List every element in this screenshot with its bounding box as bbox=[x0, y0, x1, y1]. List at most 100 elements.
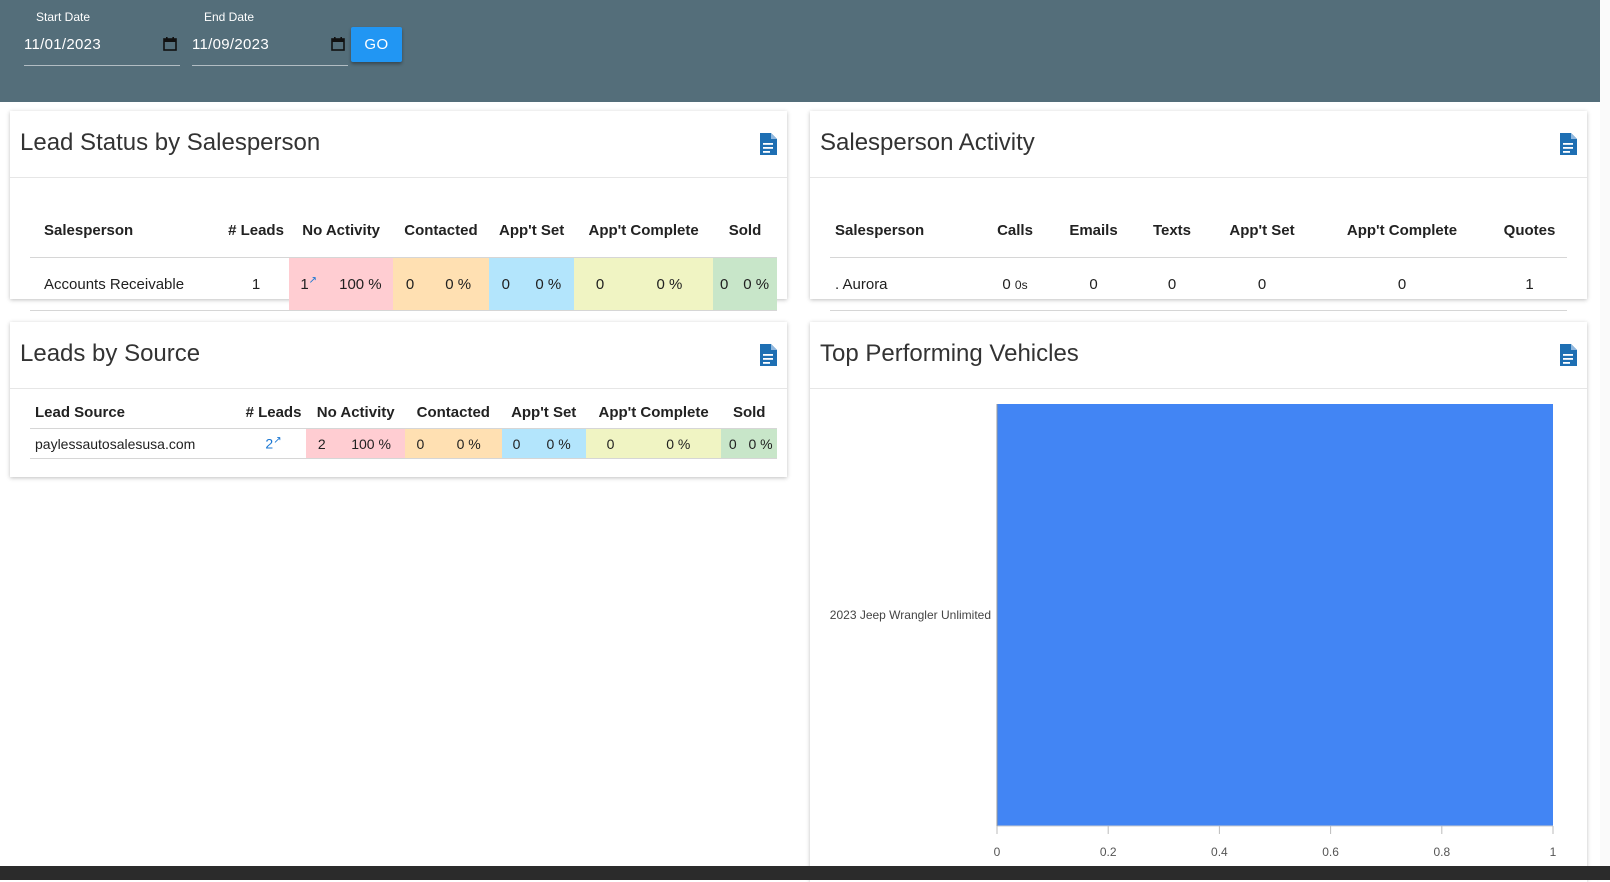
end-date-label: End Date bbox=[204, 10, 255, 24]
bar-0[interactable] bbox=[997, 404, 1553, 826]
lead-status-title: Lead Status by Salesperson bbox=[20, 129, 321, 156]
contacted-pct: 0 % bbox=[435, 428, 502, 459]
leads-count-cell[interactable]: 2↗ bbox=[240, 428, 307, 459]
salesperson-name: Accounts Receivable bbox=[30, 257, 223, 311]
appt-complete-pct: 0 % bbox=[635, 428, 722, 459]
table-row: Accounts Receivable 1 1↗ 100 % 0 0 % 0 0… bbox=[30, 257, 777, 311]
end-date-input[interactable]: 11/09/2023 bbox=[192, 36, 269, 53]
appt-complete-count: 0 bbox=[585, 428, 636, 459]
source-title: Leads by Source bbox=[20, 340, 201, 367]
activity-table: Salesperson Calls Emails Texts App't Set… bbox=[830, 203, 1567, 311]
contacted-pct: 0 % bbox=[427, 257, 490, 311]
document-icon[interactable] bbox=[1559, 344, 1577, 366]
lead-status-table: Salesperson # Leads No Activity Contacte… bbox=[30, 203, 777, 311]
calendar-icon[interactable] bbox=[162, 36, 178, 52]
go-button[interactable]: GO bbox=[351, 27, 402, 62]
start-date-label: Start Date bbox=[36, 10, 91, 24]
no-activity-count[interactable]: 1 bbox=[300, 276, 308, 293]
appt-set-count: 0 bbox=[489, 257, 523, 311]
table-header-row: Salesperson Calls Emails Texts App't Set… bbox=[830, 203, 1567, 258]
col-appt-set[interactable]: App't Set bbox=[489, 203, 575, 258]
x-tick-label: 1 bbox=[1550, 845, 1557, 859]
x-tick-label: 0.2 bbox=[1100, 845, 1117, 859]
appt-set-count: 0 bbox=[501, 428, 532, 459]
taskbar bbox=[0, 866, 1610, 880]
salesperson-activity-card: Salesperson Activity Salesperson Calls E… bbox=[810, 111, 1587, 311]
salesperson-name: . Aurora bbox=[830, 257, 975, 311]
activity-title: Salesperson Activity bbox=[820, 129, 1035, 156]
external-link-icon[interactable]: ↗ bbox=[309, 275, 317, 286]
no-activity-pct: 100 % bbox=[337, 428, 405, 459]
card-divider bbox=[10, 388, 787, 389]
contacted-count: 0 bbox=[392, 257, 428, 311]
texts-count: 0 bbox=[1132, 257, 1212, 311]
appt-set-pct: 0 % bbox=[522, 257, 575, 311]
col-sold[interactable]: Sold bbox=[713, 203, 777, 258]
col-appt-set[interactable]: App't Set bbox=[501, 397, 586, 429]
lead-source-name: paylessautosalesusa.com bbox=[30, 428, 241, 459]
col-appt-complete[interactable]: App't Complete bbox=[585, 397, 722, 429]
no-activity-pct: 100 % bbox=[327, 257, 393, 311]
x-tick-label: 0 bbox=[994, 845, 1001, 859]
sold-count: 0 bbox=[721, 428, 745, 459]
table-row: paylessautosalesusa.com 2↗ 2 100 % 0 0 %… bbox=[30, 428, 777, 459]
col-quotes[interactable]: Quotes bbox=[1492, 203, 1567, 258]
x-tick-label: 0.6 bbox=[1322, 845, 1339, 859]
col-appt-set[interactable]: App't Set bbox=[1212, 203, 1312, 258]
end-date-underline bbox=[192, 65, 348, 66]
col-emails[interactable]: Emails bbox=[1055, 203, 1132, 258]
col-texts[interactable]: Texts bbox=[1132, 203, 1212, 258]
start-date-input[interactable]: 11/01/2023 bbox=[24, 36, 101, 53]
vehicles-title: Top Performing Vehicles bbox=[820, 340, 1079, 367]
calls-duration: 0s bbox=[1014, 277, 1028, 292]
col-contacted[interactable]: Contacted bbox=[392, 203, 490, 258]
col-salesperson[interactable]: Salesperson bbox=[30, 203, 223, 258]
table-row: . Aurora 0 0s 0 0 0 0 1 bbox=[830, 257, 1567, 311]
col-contacted[interactable]: Contacted bbox=[405, 397, 502, 429]
col-leads[interactable]: # Leads bbox=[222, 203, 290, 258]
sold-pct: 0 % bbox=[735, 257, 777, 311]
document-icon[interactable] bbox=[759, 344, 777, 366]
calendar-icon[interactable] bbox=[330, 36, 346, 52]
vehicles-bar-chart: 2023 Jeep Wrangler Unlimited 0 0.2 0.4 0.6 0.… bbox=[830, 404, 1557, 859]
calls-cell: 0 0s bbox=[975, 257, 1055, 311]
appt-complete-count: 0 bbox=[1312, 257, 1492, 311]
table-header-row: Salesperson # Leads No Activity Contacte… bbox=[30, 203, 777, 258]
start-date-underline bbox=[24, 65, 180, 66]
scrollbar-track[interactable] bbox=[1600, 0, 1610, 866]
col-lead-source[interactable]: Lead Source bbox=[30, 397, 241, 429]
quotes-count: 1 bbox=[1492, 257, 1567, 311]
appt-complete-pct: 0 % bbox=[625, 257, 714, 311]
col-no-activity[interactable]: No Activity bbox=[289, 203, 393, 258]
leads-count: 1 bbox=[222, 257, 290, 311]
no-activity-count-cell[interactable]: 1↗ bbox=[289, 257, 328, 311]
sold-pct: 0 % bbox=[744, 428, 777, 459]
leads-by-source-card: Leads by Source Lead Source # Leads No A… bbox=[10, 322, 787, 477]
col-leads[interactable]: # Leads bbox=[240, 397, 307, 429]
card-divider bbox=[810, 177, 1587, 178]
no-activity-count: 2 bbox=[306, 428, 338, 459]
contacted-count: 0 bbox=[405, 428, 436, 459]
start-date-field[interactable]: Start Date 11/01/2023 bbox=[24, 8, 180, 66]
document-icon[interactable] bbox=[1559, 133, 1577, 155]
x-tick-label: 0.4 bbox=[1211, 845, 1228, 859]
col-no-activity[interactable]: No Activity bbox=[306, 397, 405, 429]
col-salesperson[interactable]: Salesperson bbox=[830, 203, 975, 258]
col-appt-complete[interactable]: App't Complete bbox=[1312, 203, 1492, 258]
external-link-icon[interactable]: ↗ bbox=[273, 435, 281, 446]
calls-count: 0 bbox=[1002, 275, 1011, 293]
category-label: 2023 Jeep Wrangler Unlimited bbox=[830, 608, 991, 622]
col-appt-complete[interactable]: App't Complete bbox=[574, 203, 714, 258]
table-header-row: Lead Source # Leads No Activity Contacte… bbox=[30, 397, 777, 429]
document-icon[interactable] bbox=[759, 133, 777, 155]
col-calls[interactable]: Calls bbox=[975, 203, 1055, 258]
top-vehicles-card: Top Performing Vehicles 2023 Jeep Wrangl… bbox=[810, 322, 1587, 882]
sold-count: 0 bbox=[713, 257, 736, 311]
col-sold[interactable]: Sold bbox=[721, 397, 777, 429]
end-date-field[interactable]: End Date 11/09/2023 bbox=[192, 8, 348, 66]
x-tick-label: 0.8 bbox=[1433, 845, 1450, 859]
appt-complete-count: 0 bbox=[574, 257, 626, 311]
lead-status-card: Lead Status by Salesperson Salesperson #… bbox=[10, 111, 787, 311]
emails-count: 0 bbox=[1055, 257, 1132, 311]
filter-bar: Start Date 11/01/2023 End Date 11/09/202… bbox=[0, 0, 1600, 102]
